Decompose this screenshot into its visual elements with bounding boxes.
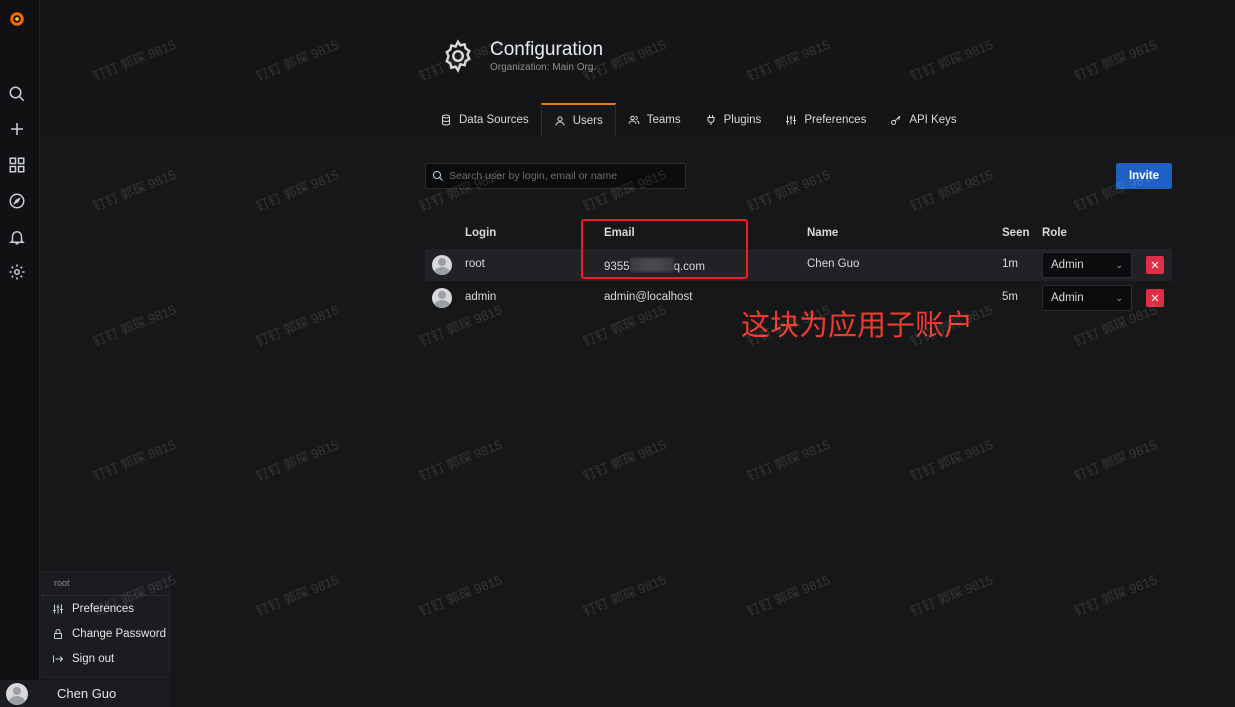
table-row: root 9355 q.com Chen Guo 1m Admin ⌄ ✕: [425, 249, 1172, 281]
tab-preferences[interactable]: Preferences: [773, 103, 878, 136]
search-icon: [433, 171, 443, 181]
tab-label: Data Sources: [459, 113, 529, 126]
tab-data-sources[interactable]: Data Sources: [428, 103, 541, 136]
tab-label: API Keys: [909, 113, 957, 126]
avatar: [6, 682, 28, 705]
watermark-text: 钉钉 郭琛 9815: [744, 166, 833, 214]
watermark-text: 钉钉 郭琛 9815: [90, 436, 179, 484]
profile-bar[interactable]: Chen Guo: [0, 680, 170, 707]
avatar: [432, 288, 452, 308]
menu-item-label: Preferences: [72, 602, 135, 615]
user-login: root: [465, 258, 485, 270]
plug-icon: [707, 114, 715, 125]
column-header-name: Name: [807, 227, 839, 239]
user-email: admin@localhost: [604, 291, 693, 303]
tab-label: Preferences: [804, 113, 867, 126]
user-name: Chen Guo: [807, 258, 860, 270]
page-header: Configuration Organization: Main Org.: [440, 38, 603, 74]
watermark-text: 钉钉 郭琛 9815: [416, 436, 505, 484]
watermark-text: 钉钉 郭琛 9815: [253, 436, 342, 484]
watermark-text: 钉钉 郭琛 9815: [253, 166, 342, 214]
role-select[interactable]: Admin ⌄: [1042, 285, 1132, 311]
delete-user-button[interactable]: ✕: [1146, 289, 1164, 307]
tab-users[interactable]: Users: [540, 103, 616, 136]
page-title: Configuration: [490, 39, 604, 60]
watermark-text: 钉钉 郭琛 9815: [90, 301, 179, 349]
watermark-text: 钉钉 郭琛 9815: [1071, 571, 1160, 619]
dashboards-icon[interactable]: [6, 154, 28, 176]
role-value: Admin: [1051, 259, 1084, 271]
watermark-text: 钉钉 郭琛 9815: [253, 571, 342, 619]
profile-menu-header: root: [42, 572, 169, 596]
plus-icon[interactable]: [6, 118, 28, 140]
watermark-text: 钉钉 郭琛 9815: [907, 571, 996, 619]
watermark-text: 钉钉 郭琛 9815: [744, 436, 833, 484]
watermark-text: 钉钉 郭琛 9815: [744, 571, 833, 619]
tab-plugins[interactable]: Plugins: [693, 103, 774, 136]
user-search-input[interactable]: [444, 170, 685, 182]
user-seen: 5m: [1002, 291, 1018, 303]
watermark-text: 钉钉 郭琛 9815: [90, 166, 179, 214]
profile-menu: root Preferences Change Password Sign ou…: [41, 571, 170, 678]
annotation-text: 这块为应用子账户: [741, 308, 974, 342]
sliders-icon: [53, 604, 63, 613]
menu-item-preferences[interactable]: Preferences: [42, 596, 169, 621]
watermark-text: 钉钉 郭琛 9815: [580, 571, 669, 619]
configuration-icon[interactable]: [6, 261, 28, 283]
chevron-down-icon: ⌄: [1115, 292, 1123, 303]
menu-item-label: Change Password: [72, 627, 166, 640]
tab-label: Plugins: [723, 113, 762, 126]
user-search-box: [425, 163, 686, 189]
menu-item-change-password[interactable]: Change Password: [42, 621, 169, 646]
watermark-text: 钉钉 郭琛 9815: [253, 301, 342, 349]
database-icon: [442, 114, 450, 126]
key-icon: [891, 115, 901, 125]
profile-user-name: Chen Guo: [57, 686, 117, 701]
close-icon: ✕: [1150, 259, 1160, 272]
alerting-icon[interactable]: [6, 226, 28, 248]
gear-icon: [445, 39, 471, 73]
grafana-logo-icon[interactable]: [6, 8, 28, 30]
sign-out-icon: [53, 655, 64, 662]
users-icon: [628, 115, 640, 124]
user-icon: [555, 116, 565, 126]
watermark-text: 钉钉 郭琛 9815: [907, 166, 996, 214]
menu-item-sign-out[interactable]: Sign out: [42, 646, 169, 671]
tab-label: Teams: [646, 113, 681, 126]
invite-button[interactable]: Invite: [1116, 163, 1172, 189]
column-header-login: Login: [465, 227, 497, 239]
column-header-role: Role: [1042, 227, 1067, 239]
watermark-text: 钉钉 郭琛 9815: [1071, 436, 1160, 484]
role-value: Admin: [1051, 292, 1084, 304]
tab-api-keys[interactable]: API Keys: [878, 103, 968, 136]
tab-bar: Data Sources Users Teams Plugins Prefere…: [428, 103, 969, 136]
page-subtitle: Organization: Main Org.: [490, 62, 597, 73]
tab-label: Users: [572, 114, 603, 127]
menu-item-label: Sign out: [72, 652, 115, 665]
chevron-down-icon: ⌄: [1115, 259, 1123, 270]
role-select[interactable]: Admin ⌄: [1042, 252, 1132, 278]
tab-teams[interactable]: Teams: [616, 103, 693, 136]
sidebar: [0, 0, 40, 707]
sliders-icon: [786, 115, 797, 124]
close-icon: ✕: [1150, 292, 1160, 305]
lock-icon: [54, 628, 62, 639]
delete-user-button[interactable]: ✕: [1146, 256, 1164, 274]
user-login: admin: [465, 291, 497, 303]
avatar: [432, 255, 452, 275]
watermark-text: 钉钉 郭琛 9815: [907, 436, 996, 484]
watermark-text: 钉钉 郭琛 9815: [580, 436, 669, 484]
watermark-text: 钉钉 郭琛 9815: [416, 571, 505, 619]
column-header-seen: Seen: [1002, 227, 1030, 239]
user-seen: 1m: [1002, 258, 1018, 270]
explore-icon[interactable]: [6, 190, 28, 212]
search-icon[interactable]: [6, 83, 28, 105]
annotation-highlight-box: [581, 219, 748, 279]
